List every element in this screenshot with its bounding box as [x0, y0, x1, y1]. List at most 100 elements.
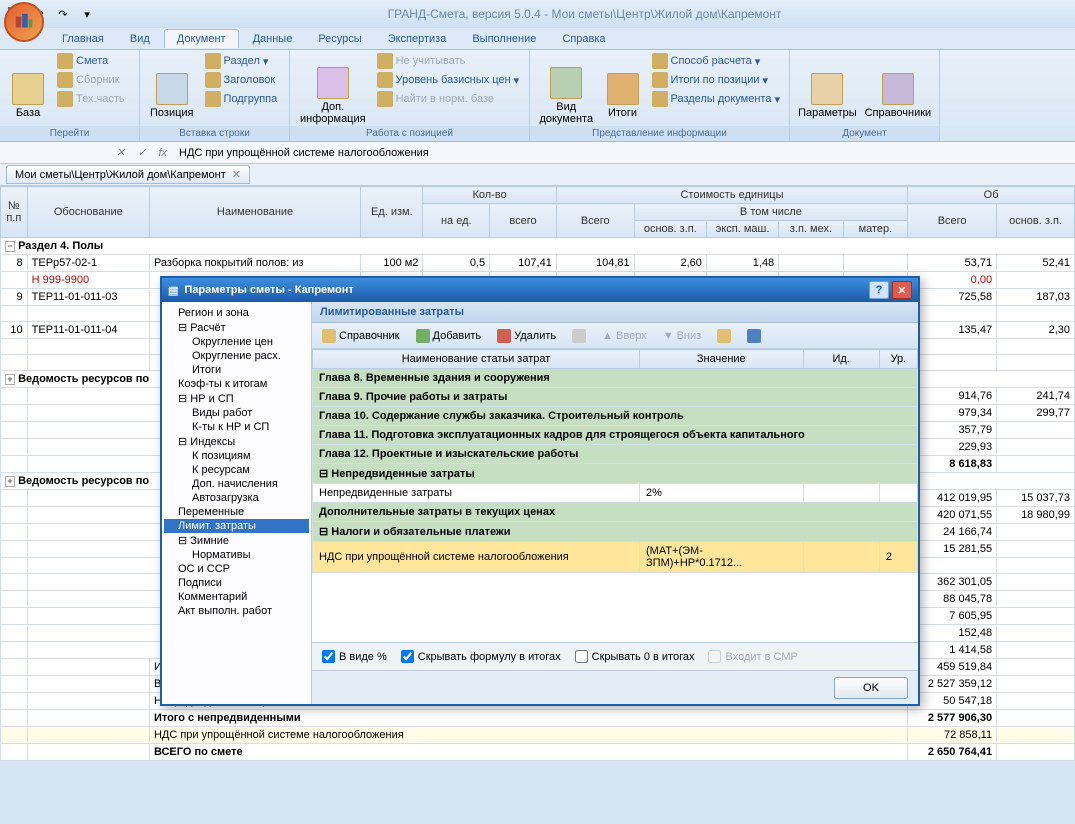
- col-vsego[interactable]: всего: [490, 204, 557, 238]
- cancel-icon[interactable]: ✕: [116, 146, 125, 159]
- expand-icon[interactable]: +: [5, 374, 15, 385]
- tree-node[interactable]: Подписи: [164, 576, 309, 590]
- accept-icon[interactable]: ✓: [137, 146, 146, 159]
- neuch-button[interactable]: Не учитывать: [374, 52, 523, 70]
- ok-button[interactable]: OK: [834, 677, 908, 699]
- limits-grid[interactable]: Наименование статьи затратЗначениеИд.Ур.…: [312, 349, 918, 573]
- tab-help[interactable]: Справка: [550, 30, 617, 48]
- fx-icon[interactable]: fx: [158, 147, 167, 159]
- qat-dropdown-icon[interactable]: ▾: [76, 3, 98, 25]
- open-button[interactable]: [713, 327, 735, 345]
- expand-icon[interactable]: +: [5, 476, 15, 487]
- smr-checkbox[interactable]: Входит в СМР: [708, 650, 797, 663]
- doc-tab[interactable]: Мои сметы\Центр\Жилой дом\Капремонт✕: [6, 165, 250, 184]
- tree-node[interactable]: ОС и ССР: [164, 562, 309, 576]
- up-button[interactable]: ▲ Вверх: [598, 328, 651, 344]
- tree-node[interactable]: Нормативы: [164, 548, 309, 562]
- tree-node[interactable]: Доп. начисления: [164, 477, 309, 491]
- tree-node[interactable]: ⊟ НР и СП: [164, 391, 309, 406]
- dialog-tree[interactable]: Регион и зона ⊟ Расчёт Округление цен Ок…: [162, 302, 312, 704]
- col-eksp[interactable]: эксп. маш.: [706, 221, 778, 238]
- group-row[interactable]: Глава 12. Проектные и изыскательские раб…: [313, 445, 918, 464]
- col-ed[interactable]: Ед. изм.: [361, 187, 423, 238]
- hide-formula-checkbox[interactable]: Скрывать формулу в итогах: [401, 650, 561, 663]
- tree-node[interactable]: ⊟ Индексы: [164, 434, 309, 449]
- urov-button[interactable]: Уровень базисных цен ▾: [374, 71, 523, 89]
- table-row[interactable]: 8ТЕРр57-02-1Разборка покрытий полов: из1…: [1, 255, 1075, 272]
- razdel-button[interactable]: Раздел ▾: [202, 52, 281, 70]
- data-row[interactable]: Непредвиденные затраты2%: [313, 484, 918, 503]
- formula-input[interactable]: [173, 145, 1075, 161]
- tree-node[interactable]: К ресурсам: [164, 463, 309, 477]
- tab-expertise[interactable]: Экспертиза: [376, 30, 459, 48]
- tree-node[interactable]: Регион и зона: [164, 306, 309, 320]
- group-row[interactable]: Глава 10. Содержание службы заказчика. С…: [313, 407, 918, 426]
- tab-main[interactable]: Главная: [50, 30, 116, 48]
- col-naim[interactable]: Наименование статьи затрат: [313, 350, 640, 369]
- selected-row[interactable]: НДС при упрощённой системе налогообложен…: [313, 542, 918, 573]
- tree-node[interactable]: ⊟ Расчёт: [164, 320, 309, 335]
- tab-execution[interactable]: Выполнение: [460, 30, 548, 48]
- redo-icon[interactable]: ↷: [52, 3, 74, 25]
- col-vsego3[interactable]: Всего: [908, 204, 997, 238]
- tree-node-selected[interactable]: Лимит. затраты: [164, 519, 309, 533]
- sposob-button[interactable]: Способ расчета ▾: [649, 52, 784, 70]
- tree-node[interactable]: Акт выполн. работ: [164, 604, 309, 618]
- smeta-button[interactable]: Смета: [54, 52, 128, 70]
- total-row[interactable]: Итого с непредвиденными2 577 906,30: [1, 710, 1075, 727]
- group-row[interactable]: Глава 8. Временные здания и сооружения: [313, 369, 918, 388]
- col-vtom[interactable]: В том числе: [634, 204, 908, 221]
- spravochnik-button[interactable]: Справочник: [318, 327, 404, 345]
- tab-view[interactable]: Вид: [118, 30, 162, 48]
- tree-node[interactable]: Виды работ: [164, 406, 309, 420]
- col-id[interactable]: Ид.: [803, 350, 879, 369]
- col-mater[interactable]: матер.: [843, 221, 907, 238]
- col-np[interactable]: № п.п: [1, 187, 28, 238]
- itogipoz-button[interactable]: Итоги по позиции ▾: [649, 71, 784, 89]
- total-row[interactable]: НДС при упрощённой системе налогообложен…: [1, 727, 1075, 744]
- col-obosn[interactable]: Обоснование: [27, 187, 149, 238]
- tree-node[interactable]: ⊟ Зимние: [164, 533, 309, 548]
- sbornik-button[interactable]: Сборник: [54, 71, 128, 89]
- total-row[interactable]: ВСЕГО по смете2 650 764,41: [1, 744, 1075, 761]
- app-menu-button[interactable]: [4, 2, 44, 42]
- help-button[interactable]: ?: [869, 281, 889, 299]
- zagol-button[interactable]: Заголовок: [202, 71, 281, 89]
- col-zpmex[interactable]: з.п. мех.: [779, 221, 843, 238]
- podgr-button[interactable]: Подгруппа: [202, 90, 281, 108]
- tab-resources[interactable]: Ресурсы: [306, 30, 373, 48]
- close-button[interactable]: ✕: [892, 281, 912, 299]
- col-naim[interactable]: Наименование: [149, 187, 360, 238]
- down-button[interactable]: ▼ Вниз: [659, 328, 706, 344]
- add-button[interactable]: Добавить: [412, 327, 486, 345]
- tree-node[interactable]: К-ты к НР и СП: [164, 420, 309, 434]
- col-kolvo[interactable]: Кол-во: [423, 187, 556, 204]
- percent-checkbox[interactable]: В виде %: [322, 650, 387, 663]
- norm-button[interactable]: Найти в норм. базе: [374, 90, 523, 108]
- section-row[interactable]: − Раздел 4. Полы: [1, 238, 1075, 255]
- tech-button[interactable]: Тех.часть: [54, 90, 128, 108]
- tab-data[interactable]: Данные: [241, 30, 305, 48]
- col-osn2[interactable]: основ. з.п.: [997, 204, 1075, 238]
- delete-button[interactable]: Удалить: [493, 327, 560, 345]
- col-osn[interactable]: основ. з.п.: [634, 221, 706, 238]
- group-row[interactable]: Глава 11. Подготовка эксплуатационных ка…: [313, 426, 918, 445]
- close-tab-icon[interactable]: ✕: [232, 168, 241, 181]
- tree-node[interactable]: Автозагрузка: [164, 491, 309, 505]
- edit-button[interactable]: [568, 327, 590, 345]
- col-naed[interactable]: на ед.: [423, 204, 490, 238]
- group-row[interactable]: ⊟ Налоги и обязательные платежи: [313, 522, 918, 542]
- group-row[interactable]: Дополнительные затраты в текущих ценах: [313, 503, 918, 522]
- tab-document[interactable]: Документ: [164, 29, 239, 48]
- tree-node[interactable]: Комментарий: [164, 590, 309, 604]
- col-ur[interactable]: Ур.: [879, 350, 917, 369]
- col-stoim[interactable]: Стоимость единицы: [556, 187, 907, 204]
- tree-node[interactable]: К позициям: [164, 449, 309, 463]
- tree-node[interactable]: Коэф-ты к итогам: [164, 377, 309, 391]
- tree-node[interactable]: Переменные: [164, 505, 309, 519]
- group-row[interactable]: ⊟ Непредвиденные затраты: [313, 464, 918, 484]
- tree-node[interactable]: Округление расх.: [164, 349, 309, 363]
- col-znach[interactable]: Значение: [640, 350, 804, 369]
- hide-zero-checkbox[interactable]: Скрывать 0 в итогах: [575, 650, 695, 663]
- tree-node[interactable]: Итоги: [164, 363, 309, 377]
